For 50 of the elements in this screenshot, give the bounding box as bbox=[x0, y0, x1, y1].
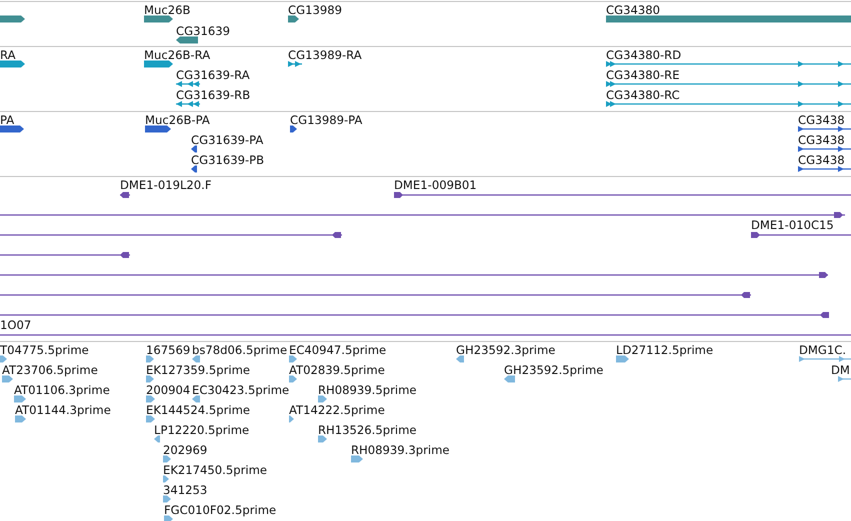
feature-label: CG13989-PA bbox=[290, 113, 362, 127]
feature-label: Muc26B bbox=[144, 3, 190, 17]
feature-label: RA bbox=[0, 48, 16, 62]
feature-label: CG34380-RD bbox=[606, 48, 682, 62]
feature-label: AT02839.5prime bbox=[289, 363, 385, 377]
feature-label: AT01106.3prime bbox=[14, 383, 110, 397]
feature-label: CG31639-PA bbox=[191, 133, 264, 147]
feature-label: DME1-019L20.F bbox=[120, 178, 212, 192]
feature-label: 1O07 bbox=[0, 318, 32, 332]
feature-label: CG31639-RA bbox=[176, 68, 250, 82]
feature-label: CG13989 bbox=[288, 3, 342, 17]
feature-label: EK127359.5prime bbox=[146, 363, 250, 377]
feature-label: 200904 bbox=[146, 383, 190, 397]
feature-label: 202969 bbox=[163, 443, 208, 457]
feature-label: CG3438 bbox=[798, 133, 845, 147]
feature-label: CG31639-PB bbox=[191, 153, 264, 167]
feature-label: CG34380-RC bbox=[606, 88, 680, 102]
feature-label: bs78d06.5prime bbox=[192, 343, 288, 357]
feature-label: RH13526.5prime bbox=[318, 423, 416, 437]
feature-label: CG34380 bbox=[606, 3, 660, 17]
feature-label: LD27112.5prime bbox=[616, 343, 714, 357]
feature-label: CG3438 bbox=[798, 113, 845, 127]
feature-label: LP12220.5prime bbox=[154, 423, 250, 437]
feature-label: EC40947.5prime bbox=[289, 343, 386, 357]
feature-label: CG31639-RB bbox=[176, 88, 250, 102]
feature-label: CG3438 bbox=[798, 153, 845, 167]
feature-label: AT01144.3prime bbox=[15, 403, 111, 417]
feature-label: EK144524.5prime bbox=[146, 403, 250, 417]
feature-label: 167569 bbox=[146, 343, 190, 357]
feature-label: T04775.5prime bbox=[0, 343, 89, 357]
feature-label: GH23592.3prime bbox=[456, 343, 556, 357]
feature-label: RH08939.5prime bbox=[318, 383, 416, 397]
feature-label: CG34380-RE bbox=[606, 68, 680, 82]
feature-label: EK217450.5prime bbox=[163, 463, 268, 477]
feature-label: AT23706.5prime bbox=[2, 363, 98, 377]
feature-label: RH08939.3prime bbox=[351, 443, 450, 457]
feature-label: EC30423.5prime bbox=[192, 383, 290, 397]
feature-label: DMG1C. bbox=[799, 343, 846, 357]
feature-label: CG31639 bbox=[176, 24, 230, 38]
feature-label: AT14222.5prime bbox=[289, 403, 385, 417]
feature-label: GH23592.5prime bbox=[504, 363, 604, 377]
feature-label: DME1-010C15 bbox=[751, 218, 834, 232]
feature-label: CG13989-RA bbox=[288, 48, 362, 62]
feature-label: Muc26B-RA bbox=[144, 48, 210, 62]
feature-label: DM bbox=[831, 363, 850, 377]
feature-label: FGC010F02.5prime bbox=[164, 503, 276, 517]
feature-label: Muc26B-PA bbox=[145, 113, 210, 127]
feature-label: PA bbox=[0, 113, 14, 127]
feature-label: 341253 bbox=[163, 483, 208, 497]
feature-label: DME1-009B01 bbox=[394, 178, 477, 192]
